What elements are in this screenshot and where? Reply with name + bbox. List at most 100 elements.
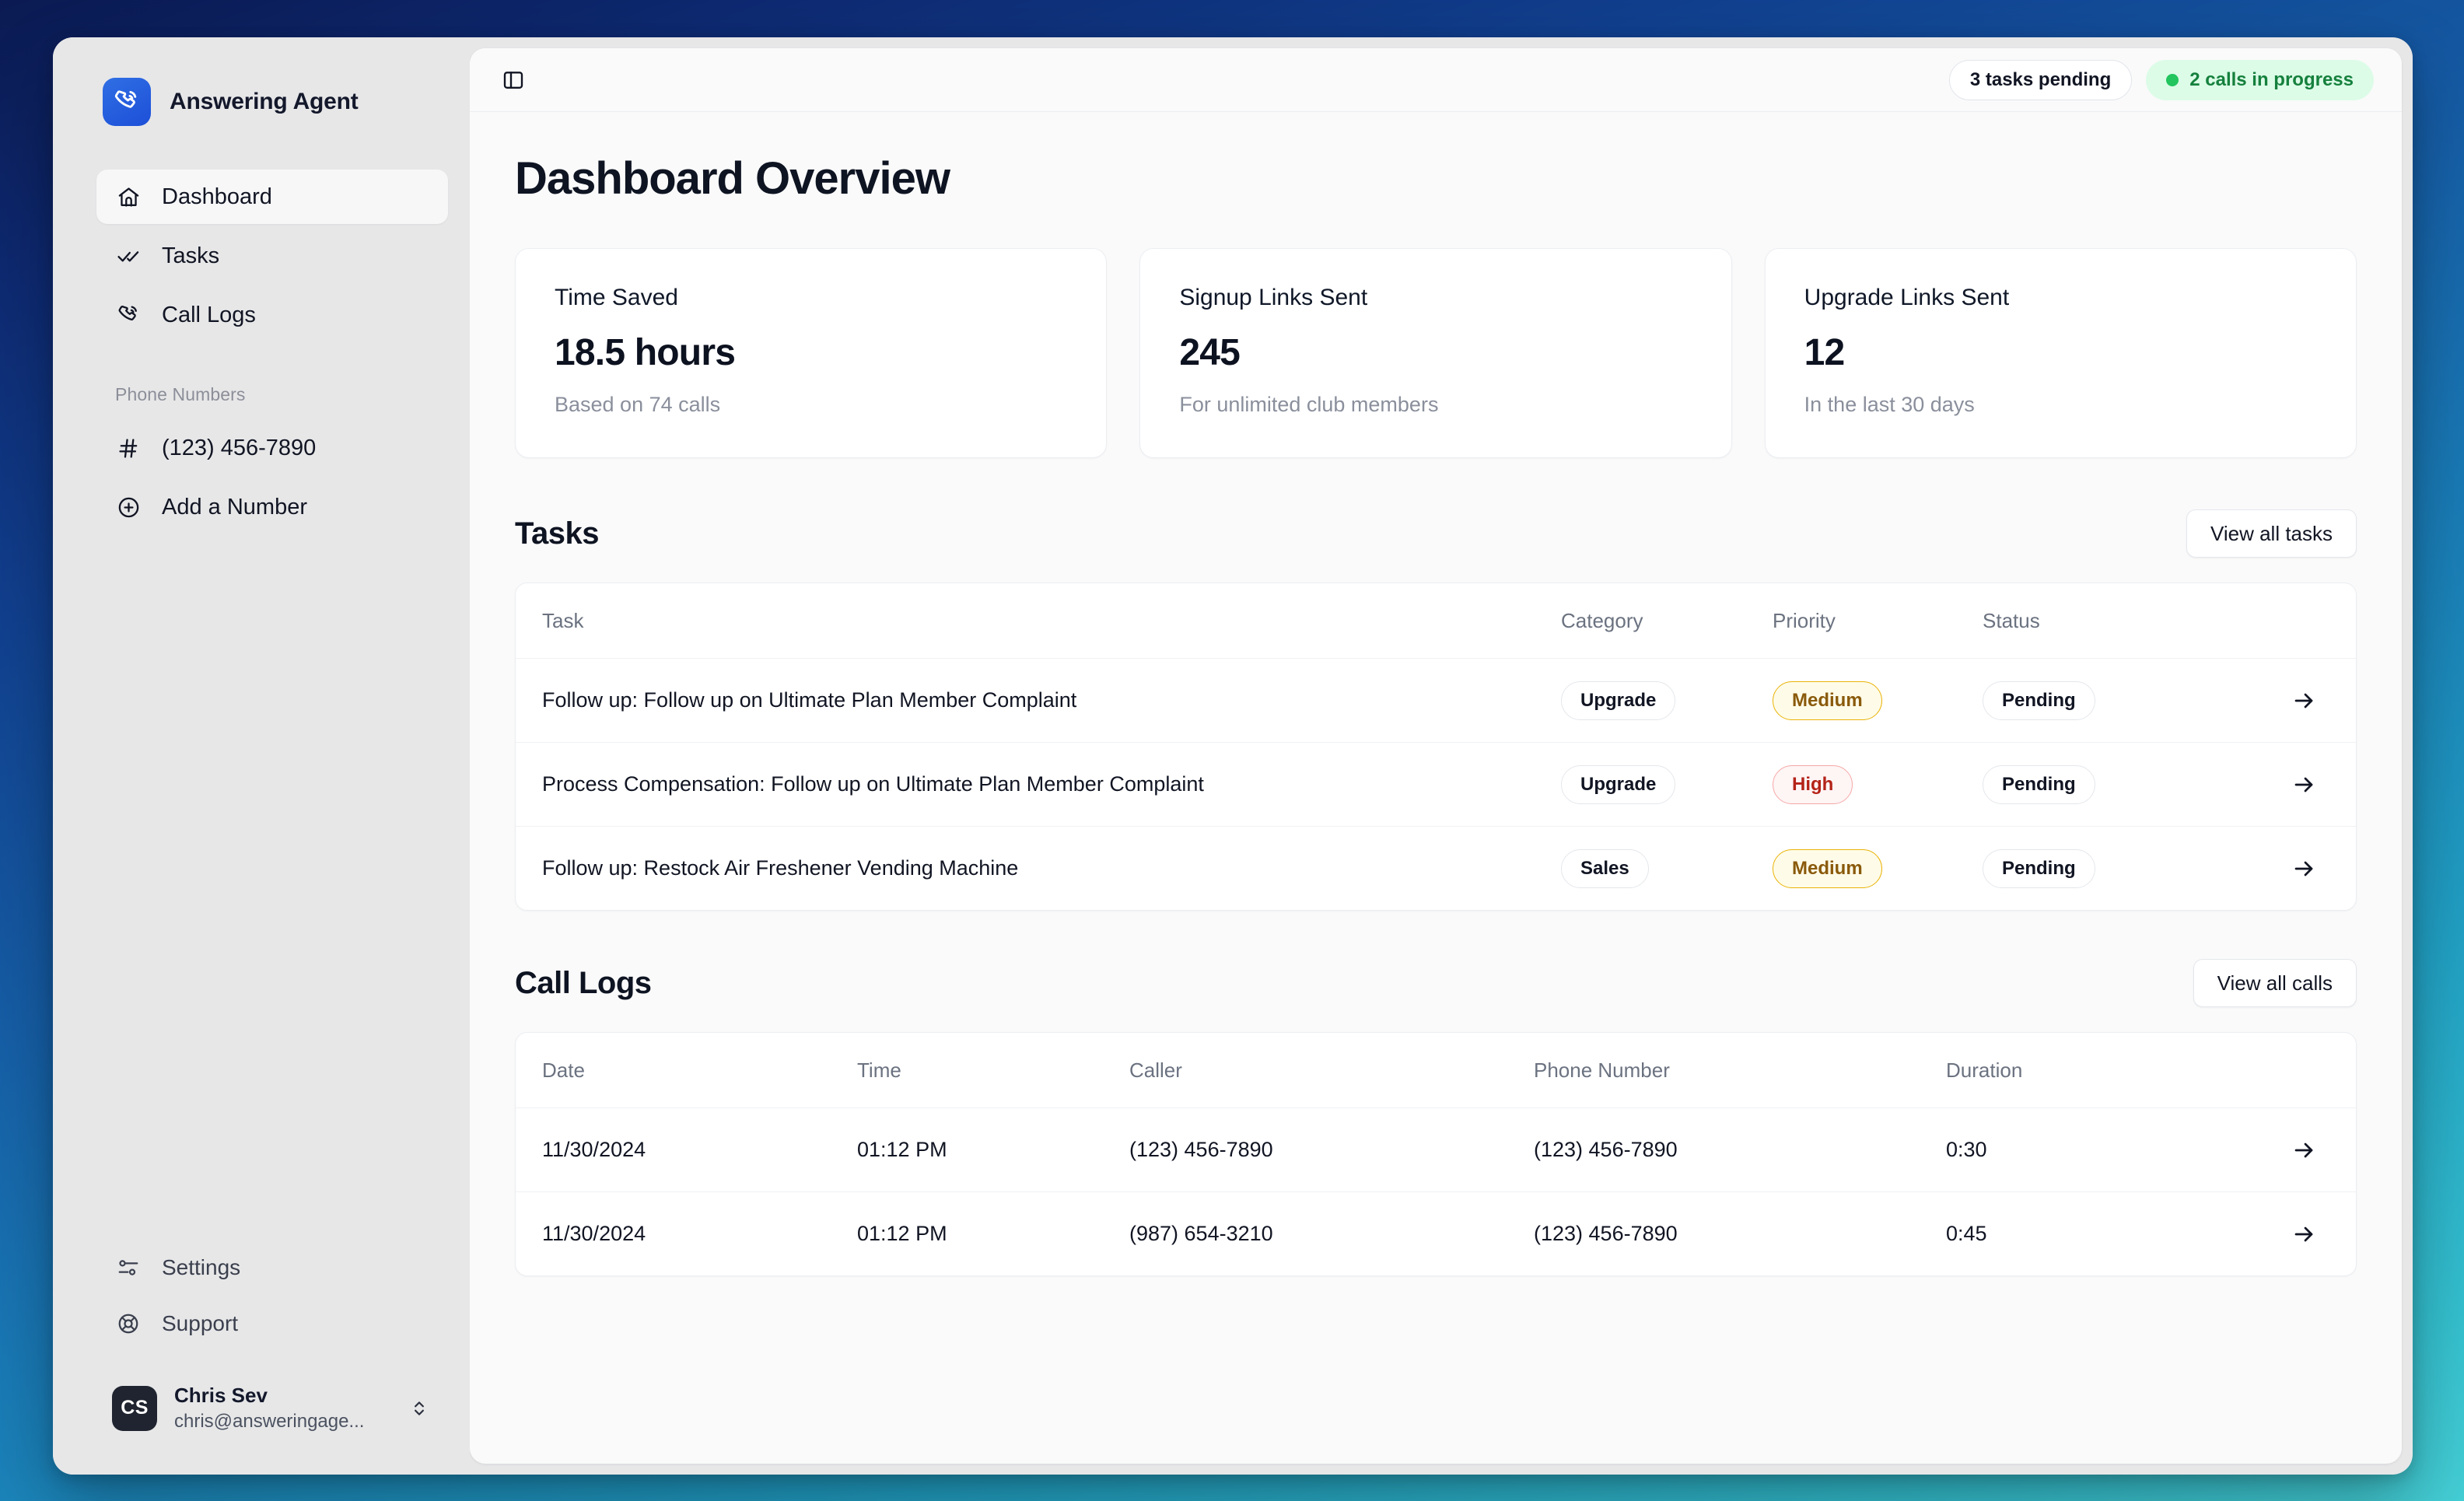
table-row[interactable]: 11/30/2024 01:12 PM (123) 456-7890 (123)… <box>516 1107 2356 1191</box>
call-time: 01:12 PM <box>857 1222 947 1245</box>
table-header-row: Date Time Caller Phone Number Duration <box>516 1033 2356 1107</box>
main-panel: 3 tasks pending 2 calls in progress Dash… <box>470 48 2402 1464</box>
call-date: 11/30/2024 <box>542 1222 646 1245</box>
call-logs-title: Call Logs <box>515 965 652 1000</box>
call-open-cell <box>2179 1132 2329 1168</box>
stat-value: 245 <box>1179 332 1241 373</box>
hash-icon <box>115 435 142 461</box>
column-header-status: Status <box>1983 608 2040 632</box>
arrow-right-icon[interactable] <box>2286 683 2322 719</box>
brand: Answering Agent <box>96 78 448 126</box>
call-duration: 0:45 <box>1946 1222 1987 1245</box>
phone-numbers-list: (123) 456-7890 Add a Number <box>96 421 448 534</box>
sliders-icon <box>115 1254 142 1281</box>
add-number-label: Add a Number <box>162 494 307 520</box>
status-badge: Pending <box>1983 764 2095 804</box>
column-header-caller: Caller <box>1129 1058 1182 1082</box>
app-window: Answering Agent Dashboard Tasks Call Log… <box>53 37 2413 1475</box>
priority-badge: High <box>1773 764 1853 804</box>
user-name: Chris Sev <box>174 1384 268 1407</box>
stat-cards: Time Saved 18.5 hours Based on 74 calls … <box>515 248 2357 458</box>
phone-number-item[interactable]: (123) 456-7890 <box>96 421 448 475</box>
sidebar-footer: Settings Support CS Chris Sev chris@answ… <box>96 1242 448 1475</box>
add-number-button[interactable]: Add a Number <box>96 480 448 534</box>
task-name: Follow up: Follow up on Ultimate Plan Me… <box>542 688 1077 712</box>
category-badge: Upgrade <box>1561 764 1676 804</box>
stat-value: 12 <box>1804 332 1846 373</box>
sidebar-nav: Dashboard Tasks Call Logs <box>96 170 448 342</box>
column-header-time: Time <box>857 1058 901 1082</box>
stat-sublabel: Based on 74 calls <box>555 393 721 416</box>
home-icon <box>115 184 142 210</box>
tasks-section-header: Tasks View all tasks <box>515 509 2357 558</box>
plus-circle-icon <box>115 494 142 520</box>
calls-in-progress-label: 2 calls in progress <box>2189 68 2354 90</box>
arrow-right-icon[interactable] <box>2286 1216 2322 1252</box>
task-priority: Medium <box>1773 848 1983 888</box>
column-header-task: Task <box>542 608 584 632</box>
sidebar-item-settings[interactable]: Settings <box>96 1242 448 1293</box>
sidebar-item-tasks[interactable]: Tasks <box>96 229 448 283</box>
call-caller: (987) 654-3210 <box>1129 1222 1273 1245</box>
lifebuoy-icon <box>115 1310 142 1337</box>
double-check-icon <box>115 243 142 269</box>
stat-sublabel: For unlimited club members <box>1179 393 1439 416</box>
sidebar-item-label: Tasks <box>162 243 220 268</box>
column-header-duration: Duration <box>1946 1058 2023 1082</box>
tasks-title: Tasks <box>515 516 599 551</box>
sidebar: Answering Agent Dashboard Tasks Call Log… <box>53 37 470 1475</box>
tasks-table: Task Category Priority Status Follow up:… <box>515 583 2357 911</box>
sidebar-item-dashboard[interactable]: Dashboard <box>96 170 448 224</box>
user-account-switcher[interactable]: CS Chris Sev chris@answeringage... <box>96 1373 448 1443</box>
stat-card-signup-links-sent: Signup Links Sent 245 For unlimited club… <box>1139 248 1732 458</box>
call-logs-section-header: Call Logs View all calls <box>515 959 2357 1007</box>
task-status: Pending <box>1983 764 2177 804</box>
status-dot-icon <box>2166 73 2179 86</box>
task-open-cell <box>2177 683 2329 719</box>
table-row[interactable]: Process Compensation: Follow up on Ultim… <box>516 742 2356 826</box>
table-row[interactable]: Follow up: Restock Air Freshener Vending… <box>516 826 2356 910</box>
view-all-calls-button[interactable]: View all calls <box>2193 959 2357 1007</box>
call-caller: (123) 456-7890 <box>1129 1138 1273 1161</box>
task-priority: Medium <box>1773 681 1983 720</box>
task-priority: High <box>1773 764 1983 804</box>
category-badge: Upgrade <box>1561 681 1676 720</box>
phone-call-icon <box>115 302 142 328</box>
arrow-right-icon[interactable] <box>2286 851 2322 887</box>
table-row[interactable]: Follow up: Follow up on Ultimate Plan Me… <box>516 658 2356 742</box>
task-status: Pending <box>1983 681 2177 720</box>
stat-label: Signup Links Sent <box>1179 285 1368 310</box>
status-badge: Pending <box>1983 848 2095 888</box>
task-name: Follow up: Restock Air Freshener Vending… <box>542 856 1019 880</box>
stat-value: 18.5 hours <box>555 332 736 373</box>
arrow-right-icon[interactable] <box>2286 1132 2322 1168</box>
task-category: Upgrade <box>1561 764 1773 804</box>
arrow-right-icon[interactable] <box>2286 767 2322 803</box>
task-status: Pending <box>1983 848 2177 888</box>
calls-in-progress-badge[interactable]: 2 calls in progress <box>2146 59 2374 100</box>
page-title: Dashboard Overview <box>515 153 950 204</box>
task-open-cell <box>2177 851 2329 887</box>
sidebar-panel-icon[interactable] <box>496 63 530 97</box>
sidebar-item-support[interactable]: Support <box>96 1298 448 1349</box>
brand-title: Answering Agent <box>170 89 359 114</box>
stat-label: Upgrade Links Sent <box>1804 285 2010 310</box>
chevrons-up-down-icon <box>406 1398 432 1419</box>
sidebar-item-label: Dashboard <box>162 184 272 209</box>
column-header-date: Date <box>542 1058 585 1082</box>
call-date: 11/30/2024 <box>542 1138 646 1161</box>
table-row[interactable]: 11/30/2024 01:12 PM (987) 654-3210 (123)… <box>516 1191 2356 1275</box>
stat-card-time-saved: Time Saved 18.5 hours Based on 74 calls <box>515 248 1108 458</box>
column-header-priority: Priority <box>1773 608 1836 632</box>
sidebar-item-label: Call Logs <box>162 302 256 327</box>
user-email: chris@answeringage... <box>174 1411 365 1432</box>
table-header-row: Task Category Priority Status <box>516 583 2356 658</box>
avatar: CS <box>112 1385 157 1431</box>
call-open-cell <box>2179 1216 2329 1252</box>
sidebar-item-call-logs[interactable]: Call Logs <box>96 288 448 342</box>
tasks-pending-badge[interactable]: 3 tasks pending <box>1948 59 2133 100</box>
view-all-tasks-button[interactable]: View all tasks <box>2186 509 2357 558</box>
sidebar-item-label: Settings <box>162 1255 241 1279</box>
phone-number-label: (123) 456-7890 <box>162 435 317 460</box>
